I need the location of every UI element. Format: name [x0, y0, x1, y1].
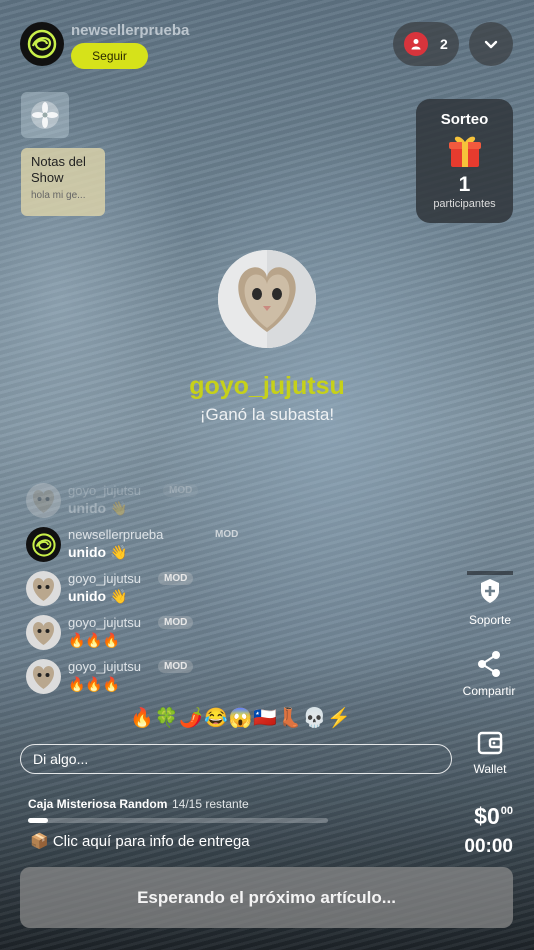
show-notes-card[interactable]: Notas del Show hola mi ge... [21, 148, 105, 216]
auction-timer: 00:00 [464, 836, 513, 857]
giveaway-count: 1 [458, 173, 471, 196]
cat-avatar [26, 659, 61, 694]
chat-text: unido 👋 [68, 544, 128, 560]
viewer-count: 2 [440, 36, 448, 52]
mod-badge: MOD [163, 484, 199, 497]
collapse-button[interactable] [469, 22, 513, 66]
host-name[interactable]: newsellerprueba [71, 22, 189, 39]
mod-badge: MOD [158, 616, 194, 629]
share-icon [478, 651, 500, 677]
chat-username[interactable]: newsellerprueba [68, 527, 163, 542]
chevron-down-icon [484, 40, 498, 49]
winner-avatar [218, 250, 316, 348]
support-button[interactable]: Soporte [450, 571, 530, 627]
chat-username[interactable]: goyo_jujutsu [68, 483, 141, 498]
price-main: $0 [474, 803, 500, 829]
user-icon [404, 32, 428, 56]
price-cents: 00 [500, 805, 513, 817]
chat-input[interactable] [20, 744, 452, 774]
show-notes-preview: hola mi ge... [31, 190, 86, 201]
notes-thumbnail[interactable] [21, 92, 69, 138]
winner-message: ¡Ganó la subasta! [199, 405, 335, 424]
wallet-icon [477, 731, 503, 755]
mod-badge: MOD [215, 529, 239, 540]
live-stream-screen: newsellerprueba Seguir 2 Notas del Show … [0, 0, 534, 950]
chat-username[interactable]: goyo_jujutsu [68, 615, 141, 630]
mod-badge: MOD [158, 572, 194, 585]
chat-username[interactable]: goyo_jujutsu [68, 659, 141, 674]
gift-icon [449, 136, 481, 167]
support-label: Soporte [468, 613, 512, 627]
share-button[interactable]: Compartir [449, 650, 529, 698]
giveaway-label: participantes [433, 198, 496, 210]
delivery-info-link[interactable]: 📦 Clic aquí para info de entrega [30, 832, 250, 850]
viewer-count-pill[interactable]: 2 [393, 22, 459, 66]
share-label: Compartir [462, 684, 516, 698]
host-chat-avatar [26, 527, 61, 562]
chat-username[interactable]: goyo_jujutsu [68, 571, 141, 586]
winner-name: goyo_jujutsu [189, 372, 345, 400]
show-notes-title: Notas del Show [31, 154, 86, 185]
cat-avatar [26, 571, 61, 606]
chat-text: unido 👋 [68, 500, 128, 516]
cat-avatar [26, 615, 61, 650]
item-remaining: 14/15 restante [172, 797, 249, 811]
fan-icon [31, 101, 59, 129]
wallet-button[interactable]: Wallet [450, 730, 530, 776]
cat-avatar [26, 483, 61, 518]
stock-progress-bar [28, 818, 328, 823]
current-price: $000 [474, 803, 513, 830]
shield-plus-icon [467, 571, 513, 603]
follow-button[interactable]: Seguir [71, 43, 148, 69]
giveaway-title: Sorteo [440, 111, 489, 128]
quick-reactions[interactable]: 🔥🍀🌶️😂😱🇨🇱👢💀⚡ [130, 706, 352, 730]
mod-badge: MOD [158, 660, 194, 673]
giveaway-card[interactable]: Sorteo 1 participantes [416, 99, 513, 223]
chat-text: unido 👋 [68, 588, 128, 604]
wallet-label: Wallet [473, 762, 507, 776]
host-avatar[interactable] [20, 22, 64, 66]
waiting-next-item-button[interactable]: Esperando el próximo artículo... [20, 867, 513, 928]
stock-progress-fill [28, 818, 48, 823]
item-title: Caja Misteriosa Random [28, 797, 168, 811]
chat-text: 🔥🔥🔥 [68, 632, 121, 648]
chat-text: 🔥🔥🔥 [68, 676, 121, 692]
